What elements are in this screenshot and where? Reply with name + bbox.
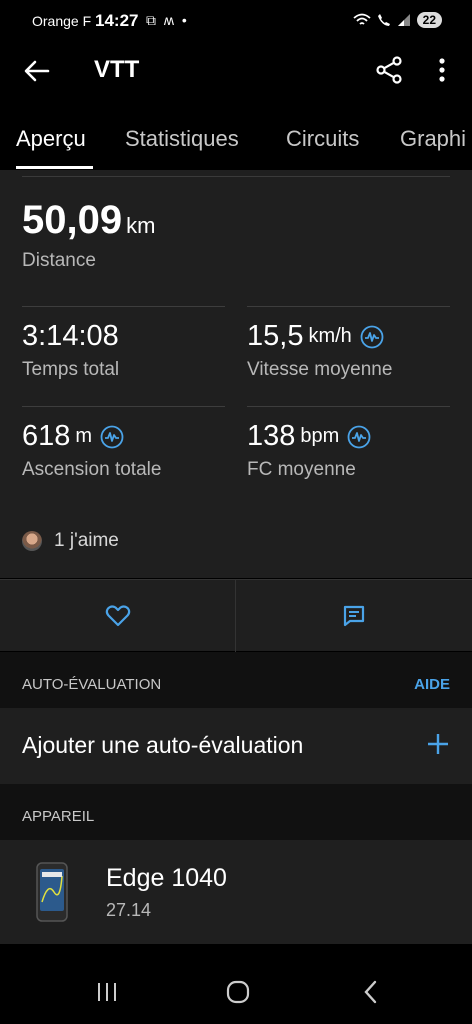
tab-bar: Aperçu Statistiques Circuits Graphi bbox=[0, 112, 472, 170]
total-time-label: Temps total bbox=[22, 359, 120, 380]
carrier-label: Orange F bbox=[32, 13, 92, 29]
tab-circuits[interactable]: Circuits bbox=[286, 126, 359, 152]
pulse-chart-icon[interactable] bbox=[360, 325, 384, 349]
ascent-value: 618 bbox=[22, 420, 71, 452]
more-vertical-icon[interactable] bbox=[432, 55, 452, 85]
signal-icon bbox=[397, 14, 410, 26]
divider bbox=[247, 306, 450, 307]
likes-count: 1 j'aime bbox=[54, 530, 119, 551]
dot-icon: • bbox=[181, 12, 189, 28]
system-nav-bar bbox=[0, 960, 472, 1024]
app-bar: VTT bbox=[0, 42, 472, 98]
avg-hr-value: 138 bbox=[247, 420, 296, 452]
self-eval-title: AUTO-ÉVALUATION bbox=[22, 676, 162, 693]
like-button[interactable] bbox=[0, 580, 235, 652]
help-link[interactable]: AIDE bbox=[414, 676, 450, 693]
tab-indicator bbox=[16, 166, 93, 169]
stat-ascent[interactable]: 618 m Ascension totale bbox=[22, 420, 161, 481]
device-row[interactable]: Edge 1040 27.14 bbox=[0, 840, 472, 944]
device-name: Edge 1040 bbox=[106, 864, 227, 892]
clock: 14:27 bbox=[95, 11, 139, 30]
distance-unit: km bbox=[126, 213, 156, 238]
back-nav-icon[interactable] bbox=[357, 978, 385, 1006]
self-eval-header: AUTO-ÉVALUATION AIDE bbox=[0, 652, 472, 708]
battery-badge: 22 bbox=[416, 12, 442, 28]
screen-record-icon: ⧉ bbox=[146, 12, 158, 28]
system-icons: 22 bbox=[353, 12, 442, 28]
arrow-left-icon[interactable] bbox=[22, 56, 52, 86]
device-section-title: APPAREIL bbox=[22, 808, 95, 825]
comment-button[interactable] bbox=[236, 580, 471, 652]
activity-summary-card: 50,09 km Distance 3:14:08 Temps total 15,… bbox=[0, 170, 472, 578]
divider bbox=[22, 176, 450, 177]
tab-graphiques[interactable]: Graphi bbox=[400, 126, 466, 152]
likes-row[interactable]: 1 j'aime bbox=[22, 530, 119, 552]
wifi-icon bbox=[353, 13, 371, 25]
divider bbox=[247, 406, 450, 407]
stat-total-time: 3:14:08 Temps total bbox=[22, 320, 119, 381]
recent-apps-icon[interactable] bbox=[93, 978, 121, 1006]
divider bbox=[22, 306, 225, 307]
divider bbox=[22, 406, 225, 407]
ascent-label: Ascension totale bbox=[22, 459, 162, 480]
tab-statistiques[interactable]: Statistiques bbox=[125, 126, 239, 152]
avatar bbox=[22, 531, 42, 551]
avg-hr-label: FC moyenne bbox=[247, 459, 356, 480]
heart-icon bbox=[105, 605, 130, 627]
avg-speed-unit: km/h bbox=[308, 325, 352, 347]
action-bar bbox=[0, 579, 472, 652]
add-self-eval-row[interactable]: Ajouter une auto-évaluation bbox=[0, 708, 472, 784]
device-version: 27.14 bbox=[106, 900, 152, 920]
tab-apercu[interactable]: Aperçu bbox=[16, 126, 86, 152]
call-icon bbox=[377, 14, 390, 26]
avg-hr-unit: bpm bbox=[300, 425, 340, 447]
stat-avg-speed[interactable]: 15,5 km/h Vitesse moyenne bbox=[247, 320, 392, 381]
plus-icon[interactable] bbox=[426, 732, 450, 756]
share-icon[interactable] bbox=[374, 55, 404, 85]
pulse-chart-icon[interactable] bbox=[347, 425, 371, 449]
stat-avg-hr[interactable]: 138 bpm FC moyenne bbox=[247, 420, 371, 481]
distance-value: 50,09 km bbox=[22, 198, 155, 243]
page-title: VTT bbox=[94, 56, 140, 83]
pulse-chart-icon[interactable] bbox=[100, 425, 124, 449]
notification-icons: ⧉ ʍ • bbox=[146, 12, 189, 29]
device-header: APPAREIL bbox=[0, 784, 472, 840]
distance-label: Distance bbox=[22, 250, 96, 271]
status-bar: Orange F 14:27 ⧉ ʍ • 22 bbox=[0, 0, 472, 42]
avg-speed-label: Vitesse moyenne bbox=[247, 359, 393, 380]
distance-number: 50,09 bbox=[22, 198, 123, 242]
home-icon[interactable] bbox=[224, 978, 252, 1006]
messenger-icon: ʍ bbox=[163, 12, 177, 28]
avg-speed-value: 15,5 bbox=[247, 320, 304, 352]
add-self-eval-label: Ajouter une auto-évaluation bbox=[22, 732, 304, 758]
comment-icon bbox=[343, 605, 364, 627]
ascent-unit: m bbox=[75, 425, 93, 447]
total-time-value: 3:14:08 bbox=[22, 320, 119, 352]
gps-device-icon bbox=[36, 862, 68, 922]
